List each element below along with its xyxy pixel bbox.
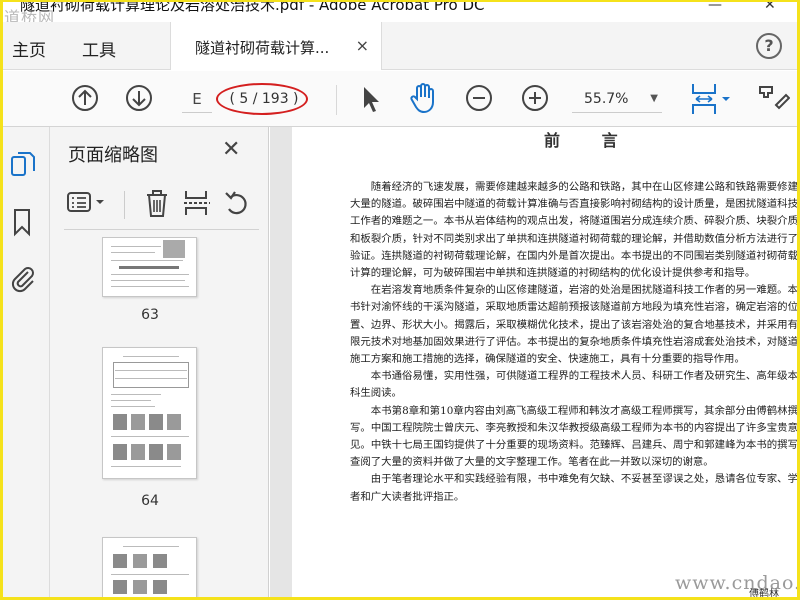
page-thumbnail[interactable] [102,237,197,297]
minimize-button[interactable]: — [708,0,722,13]
document-view: 前 言 随着经济的飞速发展，需要修建越来越多的公路和铁路，其中在山区修建公路和铁… [270,127,800,600]
panel-title: 页面缩略图 [68,145,158,166]
thumbnail-figure [153,580,167,594]
panel-divider [64,229,259,230]
thumbnail-figure [167,414,181,430]
zoom-in-icon[interactable] [520,83,550,113]
close-panel-icon[interactable]: ✕ [222,137,240,162]
thumbnail-list: 63 64 [50,237,250,600]
toolbar: E ( 5 / 193 ) 55.7% ▼ [0,71,800,127]
thumbnail-text-line [111,394,161,395]
thumbnail-figure [131,414,145,430]
toolbar-divider [336,85,337,115]
thumbnail-page-number: 63 [141,307,159,323]
thumbnail-text-line [111,406,155,407]
highlight-oval [216,83,308,115]
site-url-watermark: www.cndao.com [675,572,800,594]
home-tab[interactable]: 主页 [12,36,46,61]
thumbnail-figure [163,240,185,258]
thumbnail-figure [167,444,181,460]
thumbnail-text-line [111,280,185,281]
thumbnail-text-line [115,370,187,371]
thumbnail-figure [149,444,163,460]
next-page-icon[interactable] [124,83,154,113]
attachments-icon[interactable] [8,263,38,293]
thumbnail-figure [133,554,147,568]
page-heading: 前 言 [544,131,636,150]
thumbnail-text-line [111,260,183,261]
window-title: 隧道衬砌荷载计算理论及岩溶处治技术.pdf - Adobe Acrobat Pr… [20,0,485,14]
paragraph: 本书通俗易懂，实用性强，可供隧道工程界的工程技术人员、科研工作者及研究生、高年级… [350,370,798,400]
title-bar: 道桥网 隧道衬砌荷载计算理论及岩溶处治技术.pdf - Adobe Acroba… [0,0,800,22]
previous-page-icon[interactable] [70,83,100,113]
thumbnail-figure [113,580,127,594]
bookmarks-icon[interactable] [8,207,38,237]
thumbnail-text-line [111,274,189,275]
author-signature: 傅鹤林 [749,589,779,600]
page-thumbnails-icon[interactable] [8,149,38,179]
thumbnail-text-line [111,246,161,247]
paragraph: 由于笔者理论水平和实践经验有限，书中难免有欠缺、不妥甚至谬误之处，恳请各位专家、… [350,473,798,503]
thumbnail-figure [149,414,163,430]
zoom-out-icon[interactable] [464,83,494,113]
fit-page-width-icon[interactable] [690,81,734,117]
select-pointer-icon[interactable] [358,84,384,114]
zoom-level-select[interactable]: 55.7% ▼ [572,85,662,113]
thumbnail-figure [113,554,127,568]
paragraph: 随着经济的飞速发展，需要修建越来越多的公路和铁路，其中在山区修建公路和铁路需要修… [350,181,798,280]
paragraph: 本书第8章和第10章内容由刘高飞高级工程师和韩汝才高级工程师撰写，其余部分由傅鹤… [350,404,798,469]
thumbnail-text-line [111,436,189,437]
thumbnail-text-line [123,546,179,547]
thumbnail-text-line [111,252,155,253]
close-tab-icon[interactable]: × [356,36,369,55]
thumbnail-text-line [115,378,187,379]
hand-tool-icon[interactable] [408,81,440,115]
thumbnail-figure [131,444,145,460]
page-thumbnail[interactable] [102,347,197,479]
extract-pages-icon[interactable] [182,187,212,219]
delete-page-icon[interactable] [142,187,172,219]
panel-toolbar-divider [124,191,125,219]
zoom-level-value: 55.7% [584,91,629,107]
navigation-rail [0,127,50,600]
thumbnail-text-line [111,466,181,467]
document-page: 前 言 随着经济的飞速发展，需要修建越来越多的公路和铁路，其中在山区修建公路和铁… [292,127,800,600]
thumbnails-panel: 页面缩略图 ✕ 63 64 [50,127,308,600]
close-window-button[interactable]: ✕ [764,0,776,13]
page-body: 随着经济的飞速发展，需要修建越来越多的公路和铁路，其中在山区修建公路和铁路需要修… [350,179,798,506]
document-tab[interactable]: 隧道衬砌荷载计算... × [170,22,382,70]
thumbnail-text-line [111,286,189,287]
thumbnail-figure [113,414,127,430]
thumbnail-figure [113,444,127,460]
thumbnail-page-number: 64 [141,493,159,509]
page-thumbnail[interactable] [102,537,197,600]
document-tab-label: 隧道衬砌荷载计算... [195,39,330,57]
paragraph: 在岩溶发育地质条件复杂的山区修建隧道，岩溶的处治是困扰隧道科技工作者的另一难题。… [350,284,798,366]
help-icon[interactable]: ? [756,33,782,59]
page-number-input[interactable]: E [182,85,212,113]
thumbnail-text-line [111,574,189,575]
thumbnail-table [113,362,189,388]
sign-tool-icon[interactable] [756,83,790,115]
rotate-page-icon[interactable] [222,187,252,219]
thumbnail-figure [153,554,167,568]
thumbnail-figure [133,580,147,594]
thumbnail-options-icon[interactable] [64,187,108,219]
chevron-down-icon: ▼ [650,93,658,104]
menu-bar: 主页 工具 隧道衬砌荷载计算... × ? [0,22,800,70]
thumbnail-caption [119,266,179,269]
tools-tab[interactable]: 工具 [82,36,116,61]
thumbnail-text-line [111,400,151,401]
panel-toolbar [64,187,260,223]
thumbnail-text-line [123,356,179,357]
